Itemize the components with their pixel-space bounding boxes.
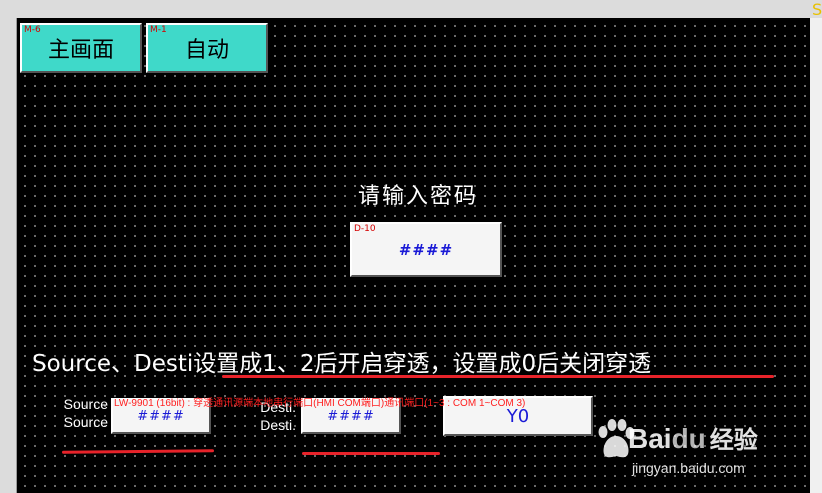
main-screen-label: 主画面 (47, 38, 114, 63)
object-tag: M-6 (24, 25, 41, 35)
auto-label: 自动 (184, 38, 229, 63)
instruction-text: Source、Desti设置成1、2后开启穿透，设置成0后关闭穿透 (32, 351, 652, 377)
password-input[interactable]: D-10 #### (350, 222, 502, 277)
object-tag: D-10 (354, 224, 376, 234)
source-label: Source Source (52, 395, 108, 431)
instruction-underline (222, 375, 774, 378)
watermark-brand-latin: Bai (628, 423, 672, 454)
source-label-line1: Source (63, 396, 108, 412)
watermark-site: jingyan.baidu.com (632, 460, 745, 476)
watermark-brand-cn: 经验 (709, 426, 758, 454)
main-screen-button[interactable]: M-6 主画面 (20, 23, 142, 73)
auto-button[interactable]: M-1 自动 (146, 23, 268, 73)
watermark-brand: Baidu 经验 (628, 420, 758, 455)
desti-underline (302, 452, 440, 455)
password-value: #### (398, 240, 454, 259)
desti-label-line2: Desti. (260, 417, 296, 433)
source-label-line2: Source (63, 414, 108, 430)
desti-value: #### (327, 408, 375, 424)
editor-window: S M-6 主画面 M-1 自动 请输入密码 D-10 #### Source、… (0, 0, 822, 493)
corner-mark: S (812, 0, 822, 19)
object-tag: M-1 (150, 25, 167, 35)
watermark-brand-du: du (671, 423, 706, 454)
canvas-edge-strip (810, 18, 822, 493)
password-prompt: 请输入密码 (358, 184, 479, 209)
source-value: #### (137, 408, 185, 424)
register-note: LW-9901 (16bit) : 穿透通讯源端本地串行端口(HMI COM端口… (114, 398, 526, 409)
